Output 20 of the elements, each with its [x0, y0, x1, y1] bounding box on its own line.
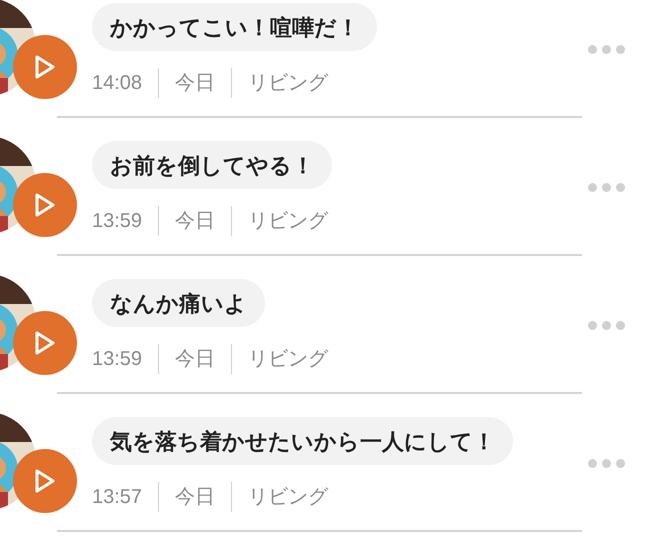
message-day: 今日 [175, 206, 216, 236]
play-icon [34, 55, 56, 79]
play-icon [34, 469, 56, 493]
message-time: 13:59 [92, 347, 142, 372]
message-time: 13:59 [92, 209, 142, 234]
room-label: リビング [248, 485, 328, 510]
play-icon [34, 193, 56, 217]
message-bubble: 気を落ち着かせたいから一人にして！ [92, 417, 513, 465]
message-bubble: なんか痛いよ [92, 279, 265, 327]
message-day: 今日 [175, 68, 216, 98]
room-label: リビング [248, 347, 328, 372]
message-bubble: お前を倒してやる！ [92, 141, 332, 189]
message-bubble: かかってこい！喧嘩だ！ [92, 3, 377, 51]
play-icon [34, 331, 56, 355]
message-day: 今日 [175, 482, 216, 512]
room-label: リビング [248, 209, 328, 234]
message-time: 13:57 [92, 485, 142, 510]
message-day: 今日 [175, 344, 216, 374]
message-time: 14:08 [92, 71, 142, 96]
room-label: リビング [248, 71, 328, 96]
